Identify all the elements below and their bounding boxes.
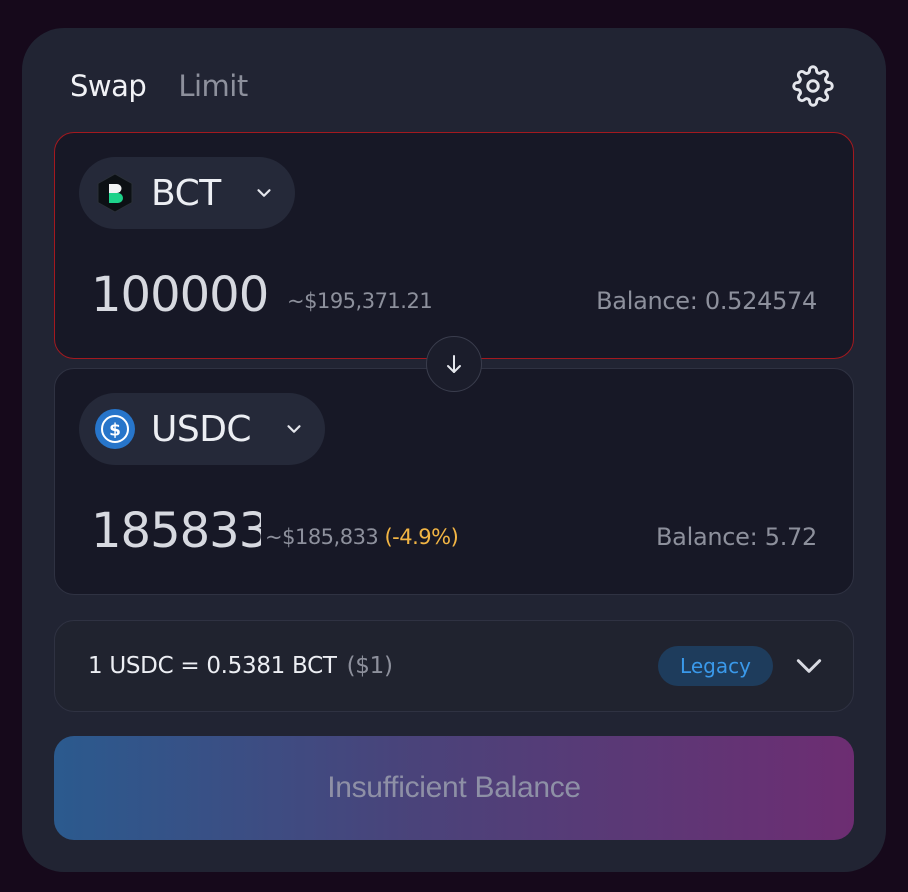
expand-details-button[interactable] — [790, 647, 828, 685]
from-amount-row: ~$195,371.21 Balance: 0.524574 — [91, 267, 817, 329]
to-amount-row: ~$185,833 (-4.9%) Balance: 5.72 — [91, 503, 817, 565]
from-balance[interactable]: Balance: 0.524574 — [596, 287, 817, 315]
swap-card: Swap Limit BCT ~$195,371.21 Balance: 0.5… — [22, 28, 886, 872]
to-amount-input[interactable] — [91, 503, 261, 559]
exchange-rate-usd: ($1) — [346, 653, 393, 679]
insufficient-balance-button[interactable]: Insufficient Balance — [54, 736, 854, 840]
gear-icon — [792, 65, 834, 107]
chevron-down-icon — [287, 425, 301, 433]
tab-limit[interactable]: Limit — [178, 66, 248, 106]
to-token-panel: $ USDC ~$185,833 (-4.9%) Balance: 5.72 — [54, 368, 854, 595]
to-token-symbol: USDC — [151, 408, 252, 450]
legacy-badge: Legacy — [658, 646, 773, 686]
price-impact: (-4.9%) — [384, 525, 459, 549]
svg-text:$: $ — [109, 421, 121, 441]
exchange-rate-text: 1 USDC = 0.5381 BCT — [88, 653, 337, 679]
swap-tabs: Swap Limit — [70, 66, 248, 106]
to-token-selector[interactable]: $ USDC — [79, 393, 325, 465]
to-usd-wrap: ~$185,833 (-4.9%) — [265, 525, 459, 549]
bct-token-icon — [97, 173, 133, 213]
chevron-down-icon — [796, 659, 822, 673]
from-token-panel: BCT ~$195,371.21 Balance: 0.524574 — [54, 132, 854, 359]
flip-tokens-button[interactable] — [426, 336, 482, 392]
arrow-down-icon — [447, 355, 461, 373]
to-balance[interactable]: Balance: 5.72 — [656, 523, 817, 551]
tab-swap[interactable]: Swap — [70, 66, 147, 106]
from-amount-input[interactable] — [91, 267, 281, 323]
from-usd-value: ~$195,371.21 — [287, 289, 433, 313]
from-token-selector[interactable]: BCT — [79, 157, 295, 229]
usdc-token-icon: $ — [95, 409, 135, 449]
settings-button[interactable] — [790, 63, 836, 109]
exchange-rate-row[interactable]: 1 USDC = 0.5381 BCT ($1) Legacy — [54, 620, 854, 712]
exchange-rate: 1 USDC = 0.5381 BCT ($1) — [88, 621, 393, 711]
from-token-symbol: BCT — [151, 172, 221, 214]
to-usd-value: ~$185,833 — [265, 525, 379, 549]
chevron-down-icon — [257, 189, 271, 197]
